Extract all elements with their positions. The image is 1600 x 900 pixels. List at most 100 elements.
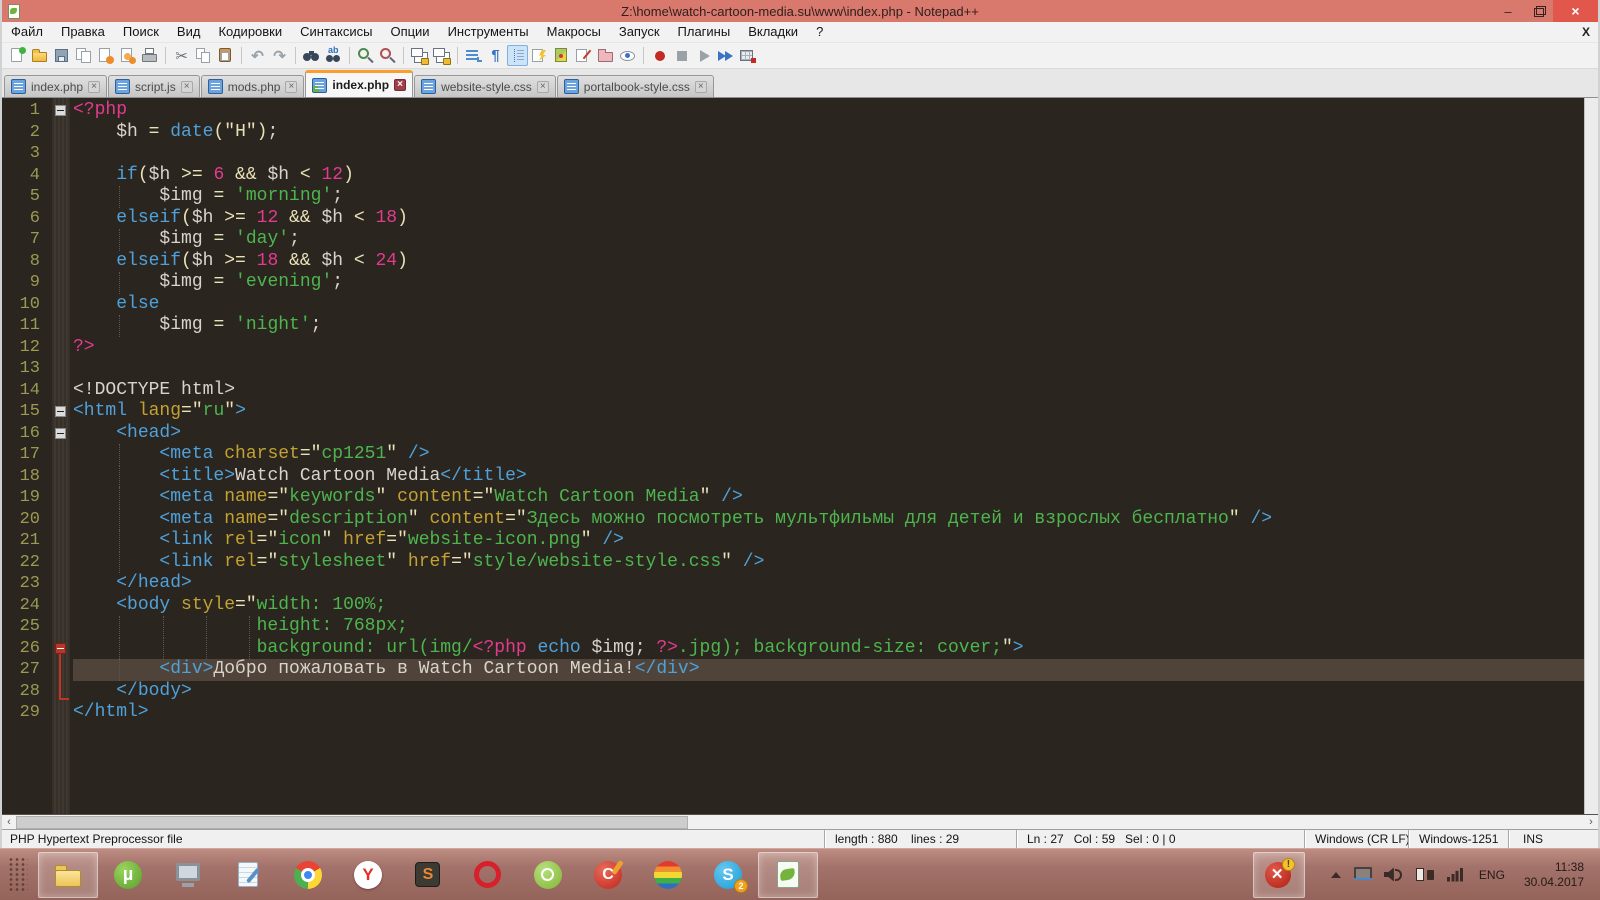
code-line-19[interactable]: <meta name="keywords" content="Watch Car… — [73, 487, 1584, 509]
menu-item-2[interactable]: Правка — [52, 22, 114, 42]
code-line-7[interactable]: $img = 'day'; — [73, 229, 1584, 251]
code-line-13[interactable] — [73, 358, 1584, 380]
document-map-icon[interactable] — [551, 45, 572, 66]
function-list-icon[interactable] — [529, 45, 550, 66]
macro-play-icon[interactable] — [693, 45, 714, 66]
menu-item-4[interactable]: Вид — [168, 22, 210, 42]
redo-icon[interactable] — [269, 45, 290, 66]
code-line-17[interactable]: <meta charset="cp1251" /> — [73, 444, 1584, 466]
code-line-12[interactable]: ?> — [73, 337, 1584, 359]
save-copy-icon[interactable] — [73, 45, 94, 66]
taskbar-ccleaner[interactable]: C — [578, 852, 638, 898]
menu-item-7[interactable]: Опции — [381, 22, 438, 42]
code-line-5[interactable]: $img = 'morning'; — [73, 186, 1584, 208]
menu-item-12[interactable]: Вкладки — [739, 22, 807, 42]
menu-item-13[interactable]: ? — [807, 22, 832, 42]
code-line-4[interactable]: if($h >= 6 && $h < 12) — [73, 165, 1584, 187]
code-area[interactable]: <?php $h = date("H"); if($h >= 6 && $h <… — [70, 98, 1584, 814]
tab-website-style.css[interactable]: website-style.css× — [414, 75, 556, 97]
replace-icon[interactable] — [323, 45, 344, 66]
taskbar-sublime-text[interactable]: S — [398, 852, 458, 898]
sync-vertical-icon[interactable] — [409, 45, 430, 66]
tab-close-icon[interactable]: × — [285, 81, 297, 93]
code-line-25[interactable]: height: 768px; — [73, 616, 1584, 638]
code-line-8[interactable]: elseif($h >= 18 && $h < 24) — [73, 251, 1584, 273]
code-line-3[interactable] — [73, 143, 1584, 165]
code-line-6[interactable]: elseif($h >= 12 && $h < 18) — [73, 208, 1584, 230]
code-line-10[interactable]: else — [73, 294, 1584, 316]
paste-icon[interactable] — [215, 45, 236, 66]
menu-item-3[interactable]: Поиск — [114, 22, 168, 42]
show-all-characters-icon[interactable] — [485, 45, 506, 66]
cut-icon[interactable] — [171, 45, 192, 66]
macro-save-icon[interactable] — [737, 45, 758, 66]
open-file-icon[interactable] — [29, 45, 50, 66]
undo-icon[interactable] — [247, 45, 268, 66]
pen-battery-icon[interactable] — [1415, 866, 1435, 884]
code-line-14[interactable]: <!DOCTYPE html> — [73, 380, 1584, 402]
code-line-28[interactable]: </body> — [73, 681, 1584, 703]
tab-close-icon[interactable]: × — [695, 81, 707, 93]
tab-close-icon[interactable]: × — [537, 81, 549, 93]
code-line-16[interactable]: <head> — [73, 423, 1584, 445]
fold-marker[interactable] — [55, 105, 66, 116]
menu-item-5[interactable]: Кодировки — [209, 22, 291, 42]
menubar-close-icon[interactable]: X — [1582, 25, 1590, 39]
code-line-29[interactable]: </html> — [73, 702, 1584, 724]
tab-index.php[interactable]: index.php× — [4, 75, 107, 97]
code-line-9[interactable]: $img = 'evening'; — [73, 272, 1584, 294]
tab-close-icon[interactable]: × — [88, 81, 100, 93]
copy-icon[interactable] — [193, 45, 214, 66]
tab-index.php[interactable]: index.php× — [305, 70, 413, 97]
vertical-scrollbar[interactable] — [1584, 98, 1598, 814]
taskbar-utorrent[interactable]: µ — [98, 852, 158, 898]
keyboard-language[interactable]: ENG — [1479, 868, 1505, 882]
taskbar-skype[interactable]: S2 — [698, 852, 758, 898]
menu-item-9[interactable]: Макросы — [538, 22, 610, 42]
horizontal-scrollbar[interactable]: ‹ › — [2, 814, 1598, 829]
close-file-icon[interactable] — [95, 45, 116, 66]
display-icon[interactable] — [1353, 866, 1373, 884]
new-file-icon[interactable] — [7, 45, 28, 66]
code-line-15[interactable]: <html lang="ru"> — [73, 401, 1584, 423]
code-line-26[interactable]: background: url(img/<?php echo $img; ?>.… — [73, 638, 1584, 660]
code-line-20[interactable]: <meta name="description" content="Здесь … — [73, 509, 1584, 531]
taskbar-grip-handle[interactable] — [8, 857, 28, 893]
tab-script.js[interactable]: script.js× — [108, 75, 200, 97]
menu-item-8[interactable]: Инструменты — [439, 22, 538, 42]
code-line-1[interactable]: <?php — [73, 100, 1584, 122]
menu-item-1[interactable]: Файл — [2, 22, 52, 42]
macro-run-multiple-icon[interactable] — [715, 45, 736, 66]
menu-item-11[interactable]: Плагины — [669, 22, 740, 42]
code-line-18[interactable]: <title>Watch Cartoon Media</title> — [73, 466, 1584, 488]
menu-item-10[interactable]: Запуск — [610, 22, 669, 42]
monitoring-icon[interactable] — [617, 45, 638, 66]
macro-stop-icon[interactable] — [671, 45, 692, 66]
code-line-2[interactable]: $h = date("H"); — [73, 122, 1584, 144]
network-signal-icon[interactable] — [1446, 866, 1466, 884]
title-bar[interactable]: Z:\home\watch-cartoon-media.su\www\index… — [2, 0, 1598, 22]
taskbar-clock[interactable]: 11:38 30.04.2017 — [1524, 860, 1584, 890]
print-icon[interactable] — [139, 45, 160, 66]
folder-as-workspace-icon[interactable] — [595, 45, 616, 66]
taskbar-rainbow-app[interactable] — [638, 852, 698, 898]
taskbar-yandex-browser[interactable]: Y — [338, 852, 398, 898]
word-wrap-icon[interactable] — [463, 45, 484, 66]
scroll-left-arrow-icon[interactable]: ‹ — [2, 815, 16, 828]
code-line-24[interactable]: <body style="width: 100%; — [73, 595, 1584, 617]
fold-marker[interactable] — [55, 406, 66, 417]
minimize-button[interactable]: – — [1493, 0, 1523, 22]
zoom-in-icon[interactable] — [355, 45, 376, 66]
code-line-22[interactable]: <link rel="stylesheet" href="style/websi… — [73, 552, 1584, 574]
code-line-21[interactable]: <link rel="icon" href="website-icon.png"… — [73, 530, 1584, 552]
find-icon[interactable] — [301, 45, 322, 66]
code-line-27[interactable]: <div>Добро пожаловать в Watch Cartoon Me… — [73, 659, 1584, 681]
code-line-11[interactable]: $img = 'night'; — [73, 315, 1584, 337]
save-icon[interactable] — [51, 45, 72, 66]
taskbar-notepad-plus-plus[interactable] — [758, 852, 818, 898]
hidden-icons-arrow-icon[interactable] — [1330, 866, 1342, 884]
taskbar-system-monitor[interactable] — [158, 852, 218, 898]
antivirus-alert-button[interactable]: ! — [1253, 852, 1305, 898]
scroll-right-arrow-icon[interactable]: › — [1584, 815, 1598, 828]
indent-guide-icon[interactable] — [507, 45, 528, 66]
